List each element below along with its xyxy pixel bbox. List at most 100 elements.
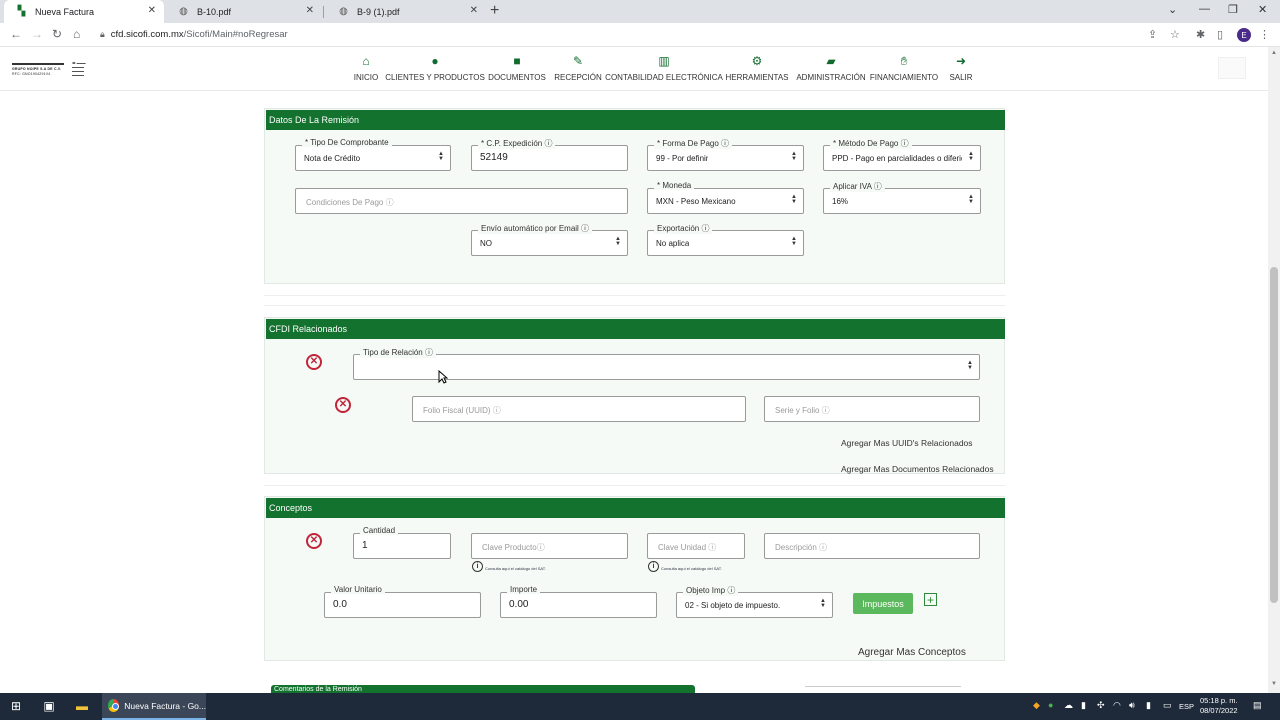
clave-producto-input[interactable]: Clave Productoⓘ	[471, 533, 628, 559]
nav-label: DOCUMENTOS	[488, 73, 546, 82]
nav-clientes-productos[interactable]: ● CLIENTES Y PRODUCTOS	[385, 53, 485, 82]
minimize-icon[interactable]: —	[1199, 3, 1210, 15]
sat-catalog-link-unidad[interactable]: i Consulta aquí el catálogo del SAT.	[648, 561, 722, 572]
clock-date: 08/07/2022	[1200, 706, 1238, 715]
tab-search-icon[interactable]: ⌄	[1168, 3, 1177, 16]
tray-network-icon[interactable]: ✣	[1097, 700, 1105, 711]
tray-check-icon[interactable]: ●	[1048, 700, 1053, 710]
delete-concept-icon[interactable]: ✕	[306, 533, 322, 549]
app-pinned-icon[interactable]: ▣	[41, 698, 57, 714]
tab-title: B-9 (1).pdf	[357, 6, 400, 17]
tray-cloud-icon[interactable]: ☁	[1064, 700, 1073, 711]
reload-icon[interactable]: ↻	[52, 27, 62, 41]
taskbar-chrome-app[interactable]: Nueva Factura - Go...	[102, 693, 206, 720]
tray-wifi-icon[interactable]: ◠	[1113, 700, 1121, 711]
add-conceptos-link[interactable]: Agregar Mas Conceptos	[858, 647, 966, 658]
valor-unitario-input[interactable]: Valor Unitario 0.0	[324, 585, 481, 618]
tray-volume-icon[interactable]: 🔊︎	[1129, 700, 1135, 711]
cp-expedicion-input[interactable]: * C.P. Expedición ⓘ 52149	[471, 138, 628, 171]
tray-language[interactable]: ESP	[1179, 702, 1194, 711]
back-icon[interactable]: ←	[10, 27, 22, 41]
tipo-comprobante-select[interactable]: * Tipo De Comprobante Nota de Crédito ▲ ▼	[295, 138, 451, 171]
extensions-icon[interactable]: ✱	[1196, 28, 1205, 41]
tab-b10-pdf[interactable]: ◍ B-10.pdf ✕	[166, 0, 322, 23]
field-placeholder: Folio Fiscal (UUID) ⓘ	[423, 406, 501, 415]
field-label: Cantidad	[360, 526, 399, 535]
close-icon[interactable]: ✕	[306, 5, 314, 16]
add-uuids-link[interactable]: Agregar Mas UUID's Relacionados	[841, 438, 973, 448]
descripcion-input[interactable]: Descripción ⓘ	[764, 533, 980, 559]
impuestos-button[interactable]: Impuestos	[853, 593, 913, 614]
nav-label: CLIENTES Y PRODUCTOS	[385, 73, 485, 82]
sat-catalog-link-producto[interactable]: i Consulta aquí el catálogo del SAT.	[472, 561, 546, 572]
notifications-icon[interactable]: ▤	[1253, 700, 1262, 711]
envio-email-select[interactable]: Envío automático por Email ⓘ NO ▲ ▼	[471, 223, 628, 256]
scroll-thumb[interactable]	[1270, 267, 1278, 603]
tray-mic-icon[interactable]: ▮	[1146, 700, 1151, 711]
tab-title: Nueva Factura	[35, 6, 95, 17]
field-label: Valor Unitario	[331, 585, 385, 594]
tray-usb-icon[interactable]: ▮	[1081, 700, 1086, 711]
folio-fiscal-input[interactable]: Folio Fiscal (UUID) ⓘ	[412, 396, 746, 422]
file-explorer-icon[interactable]: ▬	[74, 698, 90, 714]
importe-input[interactable]: Importe 0.00	[500, 585, 657, 618]
field-placeholder: Clave Productoⓘ	[482, 543, 545, 552]
home-icon[interactable]: ⌂	[73, 27, 80, 41]
tray-app-icon[interactable]: ◆	[1033, 700, 1040, 711]
scroll-up-icon[interactable]: ▲	[1271, 50, 1277, 56]
nav-contabilidad[interactable]: ▥ CONTABILIDAD ELECTRÓNICA	[605, 53, 723, 82]
section-title: CFDI Relacionados	[266, 319, 1005, 339]
lock-icon: 🔒︎	[100, 29, 105, 39]
condiciones-pago-input[interactable]: Condiciones De Pago ⓘ	[295, 188, 628, 214]
field-placeholder: Serie y Folio ⓘ	[775, 406, 830, 415]
profile-avatar[interactable]: E	[1237, 28, 1251, 42]
forma-pago-select[interactable]: * Forma De Pago ⓘ 99 - Por definir ▲ ▼	[647, 138, 804, 171]
restore-icon[interactable]: ❐	[1228, 3, 1238, 16]
folder-open-icon: ▰	[826, 54, 836, 68]
divider	[264, 295, 1005, 296]
nav-administracion[interactable]: ▰ ADMINISTRACIÓN	[796, 53, 865, 82]
close-icon[interactable]: ✕	[470, 5, 478, 16]
company-logo[interactable]: GRUPO NOIPE S.A DE C.V. RFC: GNO1904291V…	[12, 61, 96, 79]
windows-start-icon[interactable]: ⊞	[8, 698, 24, 714]
close-icon[interactable]: ✕	[148, 5, 156, 16]
delete-uuid-icon[interactable]: ✕	[335, 397, 351, 413]
metodo-pago-select[interactable]: * Método De Pago ⓘ PPD - Pago en parcial…	[823, 138, 981, 171]
nav-salir[interactable]: ➜ SALIR	[949, 53, 972, 82]
scroll-down-icon[interactable]: ▼	[1271, 681, 1277, 687]
share-icon[interactable]: ⇪	[1148, 28, 1157, 41]
mouse-cursor-icon	[438, 370, 448, 384]
url-field[interactable]: 🔒︎ cfd.sicofi.com.mx/Sicofi/Main#noRegres…	[100, 29, 288, 40]
select-arrows-icon: ▲ ▼	[968, 194, 974, 205]
moneda-select[interactable]: * Moneda MXN - Peso Mexicano ▲ ▼	[647, 181, 804, 214]
bookmark-star-icon[interactable]: ☆	[1170, 28, 1180, 41]
tray-display-icon[interactable]: ▭	[1163, 700, 1172, 711]
page-scrollbar[interactable]: ▲ ▼	[1268, 47, 1280, 693]
menu-dots-icon[interactable]: ⋮	[1259, 28, 1270, 41]
cantidad-input[interactable]: Cantidad 1	[353, 526, 451, 559]
taskbar-clock[interactable]: 05:18 p. m. 08/07/2022	[1200, 696, 1238, 716]
serie-folio-input[interactable]: Serie y Folio ⓘ	[764, 396, 980, 422]
nav-recepcion[interactable]: ✎ RECEPCIÓN	[554, 53, 602, 82]
exportacion-select[interactable]: Exportación ⓘ No aplica ▲ ▼	[647, 223, 804, 256]
nav-financiamiento[interactable]: ✋︎ FINANCIAMIENTO	[870, 53, 938, 82]
user-image-placeholder[interactable]	[1218, 57, 1246, 79]
forward-icon[interactable]: →	[31, 27, 43, 41]
nav-documentos[interactable]: ■ DOCUMENTOS	[488, 53, 546, 82]
sidebar-icon[interactable]: ▯	[1217, 28, 1223, 41]
objeto-imp-select[interactable]: Objeto Imp ⓘ 02 - Si objeto de impuesto.…	[676, 585, 833, 618]
aplicar-iva-select[interactable]: Aplicar IVA ⓘ 16% ▲ ▼	[823, 181, 981, 214]
browser-tab-bar: ▚ Nueva Factura ✕ ◍ B-10.pdf ✕ ◍ B-9 (1)…	[0, 0, 1280, 23]
nav-inicio[interactable]: ⌂ INICIO	[354, 53, 378, 82]
clave-unidad-input[interactable]: Clave Unidad ⓘ	[647, 533, 745, 559]
new-tab-button[interactable]: +	[490, 2, 499, 20]
field-value: 02 - Si objeto de impuesto.	[685, 601, 781, 610]
close-window-icon[interactable]: ✕	[1258, 3, 1267, 16]
delete-relation-icon[interactable]: ✕	[306, 354, 322, 370]
address-bar: ← → ↻ ⌂ 🔒︎ cfd.sicofi.com.mx/Sicofi/Main#…	[0, 23, 1280, 47]
tab-b9-pdf[interactable]: ◍ B-9 (1).pdf ✕	[326, 0, 486, 23]
tab-nueva-factura[interactable]: ▚ Nueva Factura ✕	[4, 0, 164, 23]
add-documents-link[interactable]: Agregar Mas Documentos Relacionados	[841, 464, 994, 474]
nav-herramientas[interactable]: ⚙ HERRAMIENTAS	[726, 53, 789, 82]
add-tax-plus-icon[interactable]: +	[924, 593, 937, 606]
